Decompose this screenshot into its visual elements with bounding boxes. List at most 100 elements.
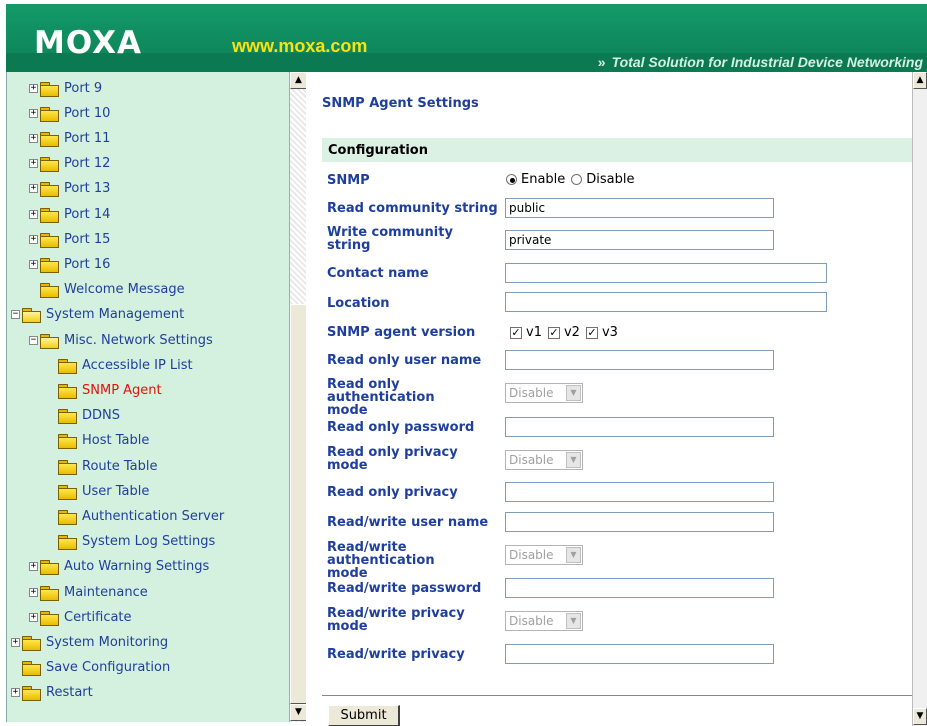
tree-item[interactable]: + Maintenance <box>29 581 148 603</box>
tree-item[interactable]: + System Monitoring <box>11 631 168 653</box>
v3-label[interactable]: v3 <box>602 325 618 340</box>
tree-item[interactable]: System Log Settings <box>47 531 215 553</box>
snmp-disable-label[interactable]: Disable <box>586 172 634 187</box>
tree-item-label[interactable]: Auto Warning Settings <box>64 559 209 574</box>
tree-item-label[interactable]: Port 11 <box>64 131 110 146</box>
tree-item-label[interactable]: Port 9 <box>64 81 102 96</box>
scroll-thumb[interactable] <box>290 304 306 704</box>
tree-item[interactable]: + Restart <box>11 682 93 704</box>
write-community-input[interactable] <box>505 230 774 250</box>
scroll-down-button[interactable]: ▼ <box>290 704 306 721</box>
tree-item-label[interactable]: Port 13 <box>64 181 110 196</box>
ro-auth-mode-label: Read only authentication mode <box>327 377 435 418</box>
tree-item[interactable]: Host Table <box>47 430 149 452</box>
submit-button[interactable]: Submit <box>328 705 400 726</box>
folder-icon <box>40 560 59 576</box>
tree-item[interactable]: + Port 16 <box>29 253 110 275</box>
ro-privacy-input[interactable] <box>505 482 774 502</box>
tree-item-label[interactable]: Route Table <box>82 459 158 474</box>
rw-password-input[interactable] <box>505 578 774 598</box>
expand-icon[interactable]: + <box>29 108 38 118</box>
v2-checkbox[interactable]: ✓ <box>547 326 560 339</box>
expand-icon[interactable]: + <box>29 83 38 93</box>
tree-item[interactable]: SNMP Agent <box>47 379 162 401</box>
collapse-icon[interactable]: − <box>29 335 38 345</box>
tree-item[interactable]: − Misc. Network Settings <box>29 329 213 351</box>
tree-item-label[interactable]: Welcome Message <box>64 282 185 297</box>
tree-item-label[interactable]: System Monitoring <box>46 635 168 650</box>
tree-item[interactable]: Authentication Server <box>47 505 224 527</box>
rw-auth-mode-select[interactable]: Disable ▼ <box>505 545 583 565</box>
scroll-up-button[interactable]: ▲ <box>290 72 306 89</box>
navigation-scrollbar[interactable]: ▲ ▼ <box>289 72 306 722</box>
v2-label[interactable]: v2 <box>564 325 580 340</box>
rw-privacy-input[interactable] <box>505 644 774 664</box>
tree-item-label[interactable]: Restart <box>46 685 93 700</box>
snmp-disable-radio[interactable] <box>571 174 583 185</box>
expand-icon[interactable]: + <box>29 184 38 194</box>
tree-item[interactable]: Accessible IP List <box>47 354 193 376</box>
tree-item[interactable]: + Port 13 <box>29 178 110 200</box>
v1-label[interactable]: v1 <box>526 325 542 340</box>
expand-icon[interactable]: + <box>11 688 20 698</box>
tree-item[interactable]: User Table <box>47 480 149 502</box>
tree-item-label[interactable]: Certificate <box>64 610 132 625</box>
read-community-input[interactable] <box>505 198 774 218</box>
content-scrollbar[interactable]: ▲ ▼ <box>912 72 927 726</box>
tree-item[interactable]: + Auto Warning Settings <box>29 556 209 578</box>
expand-icon[interactable]: + <box>29 587 38 597</box>
expand-icon[interactable]: + <box>29 234 38 244</box>
tree-item-label[interactable]: User Table <box>82 484 149 499</box>
ro-password-input[interactable] <box>505 417 774 437</box>
tree-item[interactable]: + Port 11 <box>29 127 110 149</box>
expand-icon[interactable]: + <box>29 133 38 143</box>
rw-user-name-input[interactable] <box>505 512 774 532</box>
tree-item-label[interactable]: System Log Settings <box>82 534 215 549</box>
tree-item-label[interactable]: Port 15 <box>64 232 110 247</box>
tree-item-label[interactable]: SNMP Agent <box>82 383 162 398</box>
ro-auth-mode-select[interactable]: Disable ▼ <box>505 383 583 403</box>
tree-item[interactable]: Save Configuration <box>11 657 170 679</box>
tree-item[interactable]: + Port 14 <box>29 203 110 225</box>
tree-item[interactable]: DDNS <box>47 405 120 427</box>
ro-privacy-mode-select[interactable]: Disable ▼ <box>505 450 583 470</box>
snmp-enable-label[interactable]: Enable <box>521 172 565 187</box>
tree-item[interactable]: + Port 15 <box>29 228 110 250</box>
scroll-up-button[interactable]: ▲ <box>913 72 927 89</box>
tree-item-label[interactable]: Accessible IP List <box>82 358 193 373</box>
expand-icon[interactable]: + <box>29 562 38 572</box>
tree-item-label[interactable]: Maintenance <box>64 585 148 600</box>
expand-icon[interactable]: + <box>29 209 38 219</box>
tree-item[interactable]: − System Management <box>11 304 184 326</box>
expand-icon[interactable]: + <box>29 612 38 622</box>
snmp-enable-radio[interactable] <box>506 174 517 185</box>
tree-item-label[interactable]: DDNS <box>82 408 120 423</box>
expand-icon[interactable]: + <box>29 159 38 169</box>
folder-icon <box>58 484 77 500</box>
tree-item-label[interactable]: Host Table <box>82 433 149 448</box>
tree-item-label[interactable]: Misc. Network Settings <box>64 333 213 348</box>
tree-item-label[interactable]: Port 14 <box>64 207 110 222</box>
expand-icon[interactable]: + <box>29 259 38 269</box>
tree-item-label[interactable]: Port 16 <box>64 257 110 272</box>
v3-checkbox[interactable]: ✓ <box>585 326 598 339</box>
collapse-icon[interactable]: − <box>11 310 20 320</box>
location-input[interactable] <box>505 292 827 312</box>
tree-item[interactable]: Welcome Message <box>29 279 185 301</box>
contact-name-input[interactable] <box>505 263 827 283</box>
tree-item-label[interactable]: Authentication Server <box>82 509 224 524</box>
tree-item[interactable]: + Port 10 <box>29 102 110 124</box>
v1-checkbox[interactable]: ✓ <box>510 326 522 339</box>
tree-item-label[interactable]: Save Configuration <box>46 660 170 675</box>
tree-item[interactable]: + Port 12 <box>29 153 110 175</box>
tree-item[interactable]: + Certificate <box>29 606 132 628</box>
ro-user-name-input[interactable] <box>505 350 774 370</box>
tree-item-label[interactable]: System Management <box>46 307 184 322</box>
scroll-down-button[interactable]: ▼ <box>913 708 927 725</box>
tree-item-label[interactable]: Port 10 <box>64 106 110 121</box>
tree-item[interactable]: + Port 9 <box>29 77 102 99</box>
tree-item-label[interactable]: Port 12 <box>64 156 110 171</box>
expand-icon[interactable]: + <box>11 637 20 647</box>
rw-privacy-mode-select[interactable]: Disable ▼ <box>505 611 583 631</box>
tree-item[interactable]: Route Table <box>47 455 158 477</box>
